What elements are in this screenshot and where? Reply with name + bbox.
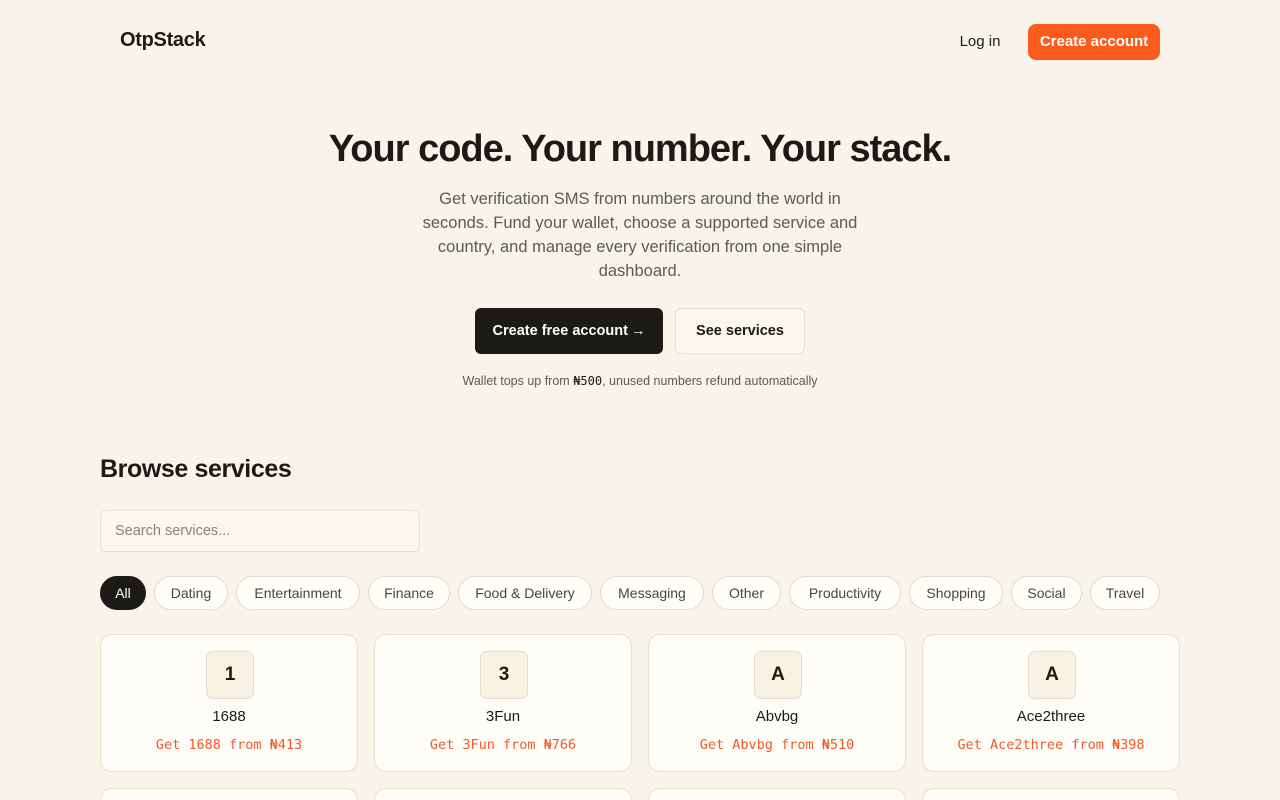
service-name: 1688 <box>212 708 246 725</box>
category-chip-productivity[interactable]: Productivity <box>789 576 901 610</box>
service-card[interactable]: A Ace2three Get Ace2three from ₦398 <box>922 634 1180 772</box>
category-chip-travel[interactable]: Travel <box>1090 576 1160 610</box>
service-offer-link[interactable]: Get Ace2three from ₦398 <box>923 737 1179 753</box>
service-initial-badge: 3 <box>480 651 528 699</box>
wallet-hint: Wallet tops up from ₦500, unused numbers… <box>0 374 1280 388</box>
category-chip-shopping[interactable]: Shopping <box>909 576 1003 610</box>
service-card[interactable] <box>100 788 358 800</box>
category-chip-finance[interactable]: Finance <box>368 576 450 610</box>
hero-subtitle: Get verification SMS from numbers around… <box>422 190 858 280</box>
service-initial-badge: A <box>754 651 802 699</box>
category-chip-other[interactable]: Other <box>712 576 781 610</box>
service-offer-link[interactable]: Get Abvbg from ₦510 <box>649 737 905 753</box>
create-account-button[interactable]: Create account <box>1028 24 1160 60</box>
wallet-hint-prefix: Wallet tops up from <box>462 374 574 388</box>
service-card[interactable] <box>648 788 906 800</box>
search-services-input[interactable] <box>100 510 420 552</box>
service-offer-link[interactable]: Get 3Fun from ₦766 <box>375 737 631 753</box>
category-chip-food-delivery[interactable]: Food & Delivery <box>458 576 592 610</box>
service-card[interactable]: 3 3Fun Get 3Fun from ₦766 <box>374 634 632 772</box>
category-chip-all[interactable]: All <box>100 576 146 610</box>
see-services-button[interactable]: See services <box>675 308 805 354</box>
create-free-account-button[interactable]: Create free account → <box>475 308 663 354</box>
category-chip-messaging[interactable]: Messaging <box>600 576 704 610</box>
service-card[interactable] <box>922 788 1180 800</box>
browse-services-heading: Browse services <box>100 455 292 483</box>
service-name: Abvbg <box>755 708 799 725</box>
service-card[interactable] <box>374 788 632 800</box>
service-offer-link[interactable]: Get 1688 from ₦413 <box>101 737 357 753</box>
category-chip-social[interactable]: Social <box>1011 576 1082 610</box>
top-nav: OtpStack Log in Create account <box>0 0 1280 84</box>
service-card[interactable]: 1 1688 Get 1688 from ₦413 <box>100 634 358 772</box>
category-chip-dating[interactable]: Dating <box>154 576 228 610</box>
service-initial-badge: 1 <box>206 651 254 699</box>
arrow-right-icon: → <box>630 323 646 339</box>
create-free-account-label: Create free account <box>492 323 628 339</box>
hero-title: Your code. Your number. Your stack. <box>328 128 952 170</box>
wallet-min-price: ₦500 <box>573 374 603 388</box>
service-name: Ace2three <box>1016 708 1086 725</box>
service-card[interactable]: A Abvbg Get Abvbg from ₦510 <box>648 634 906 772</box>
login-link[interactable]: Log in <box>944 24 1016 60</box>
wallet-hint-suffix: , unused numbers refund automatically <box>602 374 818 388</box>
category-chip-entertainment[interactable]: Entertainment <box>236 576 360 610</box>
brand-logo[interactable]: OtpStack <box>120 29 206 52</box>
service-initial-badge: A <box>1028 651 1076 699</box>
service-name: 3Fun <box>485 708 521 725</box>
